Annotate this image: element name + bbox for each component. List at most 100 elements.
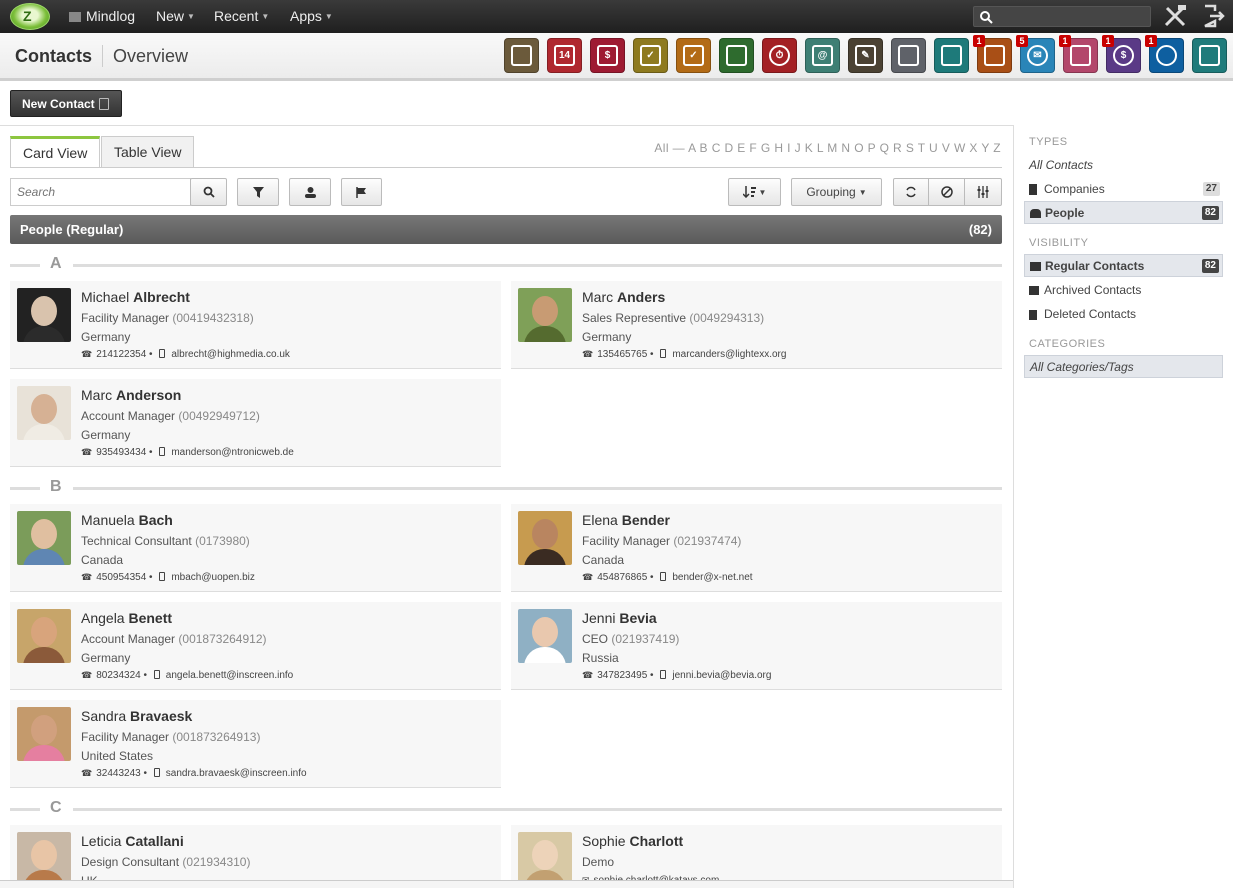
timetracking-app-icon[interactable]: ⏱ xyxy=(762,38,797,73)
contact-name[interactable]: Angela Benett xyxy=(81,610,172,626)
contact-search-input[interactable] xyxy=(10,178,191,206)
bookmarks-app-icon[interactable] xyxy=(719,38,754,73)
search-icon xyxy=(203,186,215,198)
app-logo[interactable]: Z xyxy=(10,3,50,30)
contact-role: Technical Consultant xyxy=(81,534,192,548)
menu-recent[interactable]: Recent ▼ xyxy=(214,0,269,33)
contact-phone[interactable]: 32443243 xyxy=(96,768,141,779)
tools-icon[interactable] xyxy=(1163,4,1189,28)
contacts-app-icon[interactable] xyxy=(504,38,539,73)
group-header[interactable]: People (Regular) (82) xyxy=(10,215,1002,244)
sidebar-item-all-categories[interactable]: All Categories/Tags xyxy=(1024,355,1223,378)
global-search-input[interactable] xyxy=(973,6,1151,27)
owner-filter-button[interactable] xyxy=(289,178,331,206)
contact-id-number: (001873264913) xyxy=(172,730,261,744)
contact-name[interactable]: Jenni Bevia xyxy=(582,610,657,626)
brand-link[interactable]: Mindlog xyxy=(69,0,135,33)
contact-card[interactable]: Marc Anderson Account Manager (0049294971… xyxy=(10,379,501,467)
contact-card[interactable]: Sandra Bravaesk Facility Manager (0018732… xyxy=(10,700,501,788)
contact-phone[interactable]: 214122354 xyxy=(96,349,146,360)
contact-phone[interactable]: 935493434 xyxy=(96,447,146,458)
sidebar-item-archived-contacts[interactable]: Archived Contacts xyxy=(1024,279,1223,302)
logistics-app-icon[interactable] xyxy=(891,38,926,73)
avatar xyxy=(17,832,71,886)
contact-email[interactable]: sandra.bravaesk@inscreen.info xyxy=(166,768,307,779)
sidebar-item-label: Archived Contacts xyxy=(1044,283,1142,297)
contact-phone[interactable]: 347823495 xyxy=(597,670,647,681)
avatar xyxy=(518,832,572,886)
contact-card[interactable]: Michael Albrecht Facility Manager (004194… xyxy=(10,281,501,369)
grouping-button[interactable]: Grouping ▼ xyxy=(791,178,882,206)
contact-name[interactable]: Sophie Charlott xyxy=(582,833,683,849)
contact-card[interactable]: Manuela Bach Technical Consultant (017398… xyxy=(10,504,501,592)
contact-email[interactable]: manderson@ntronicweb.de xyxy=(171,447,293,458)
contact-name[interactable]: Sandra Bravaesk xyxy=(81,708,192,724)
contact-card[interactable]: Leticia Catallani Design Consultant (0219… xyxy=(10,825,501,888)
horizontal-scrollbar[interactable] xyxy=(0,880,1013,888)
contact-role-line: Technical Consultant (0173980) xyxy=(81,534,250,548)
sidebar-item-regular-contacts[interactable]: Regular Contacts 82 xyxy=(1024,254,1223,277)
contact-email[interactable]: bender@x-net.net xyxy=(672,572,752,583)
contact-phone[interactable]: 135465765 xyxy=(597,349,647,360)
sidebar-item-companies[interactable]: Companies 27 xyxy=(1024,178,1223,201)
tasks-app-icon[interactable]: ✓ xyxy=(633,38,668,73)
broadcast-app-icon[interactable]: 1 xyxy=(973,35,1012,73)
menu-new[interactable]: New ▼ xyxy=(156,0,195,33)
columns-settings-button[interactable] xyxy=(964,178,1002,206)
contact-card[interactable]: Jenni Bevia CEO (021937419) Russia ☎ 3478234… xyxy=(511,602,1002,690)
contact-card[interactable]: Elena Bender Facility Manager (021937474)… xyxy=(511,504,1002,592)
sidebar-item-all-contacts[interactable]: All Contacts xyxy=(1024,154,1223,177)
contact-email[interactable]: marcanders@lightexx.org xyxy=(672,349,786,360)
contact-card[interactable]: Sophie CharlottDemo ✉sophie.charlott@kat… xyxy=(511,825,1002,888)
sales-app-icon[interactable]: $ xyxy=(590,38,625,73)
logout-icon[interactable] xyxy=(1201,4,1225,28)
lab-app-icon[interactable] xyxy=(1192,38,1227,73)
deals-app-icon[interactable]: 1 xyxy=(1059,35,1098,73)
alphabet-filter[interactable]: All — A B C D E F G H I J K L M N O P Q … xyxy=(654,141,1001,155)
contact-email[interactable]: mbach@uopen.biz xyxy=(171,572,255,583)
avatar xyxy=(17,386,71,440)
contact-name[interactable]: Marc Anders xyxy=(582,289,665,305)
people-count-badge: 82 xyxy=(1201,206,1219,220)
flag-filter-button[interactable] xyxy=(341,178,382,206)
menu-apps[interactable]: Apps ▼ xyxy=(290,0,333,33)
contact-email[interactable]: angela.benett@inscreen.info xyxy=(166,670,293,681)
contact-card[interactable]: Marc Anders Sales Representive (004929431… xyxy=(511,281,1002,369)
contact-role-line: CEO (021937419) xyxy=(582,632,679,646)
avatar xyxy=(518,609,572,663)
mail-app-icon[interactable]: ✉ 5 xyxy=(1016,35,1055,73)
sidebar-item-people[interactable]: People 82 xyxy=(1024,201,1223,224)
contact-phone[interactable]: 80234324 xyxy=(96,670,141,681)
tab-table-view[interactable]: Table View xyxy=(101,136,195,168)
tab-card-view[interactable]: Card View xyxy=(10,136,101,168)
contact-name[interactable]: Michael Albrecht xyxy=(81,289,190,305)
addressbook-app-icon[interactable]: @ xyxy=(805,38,840,73)
block-button[interactable] xyxy=(928,178,965,206)
tab-underline xyxy=(10,167,1002,168)
contact-name[interactable]: Elena Bender xyxy=(582,512,670,528)
tile-glyph: ✓ xyxy=(683,45,704,66)
filter-button[interactable] xyxy=(237,178,279,206)
contact-email[interactable]: jenni.bevia@bevia.org xyxy=(672,670,771,681)
refresh-button[interactable] xyxy=(893,178,929,206)
contact-card[interactable]: Angela Benett Account Manager (0018732649… xyxy=(10,602,501,690)
contact-phone[interactable]: 450954354 xyxy=(96,572,146,583)
divider-line xyxy=(10,487,40,490)
sidebar-item-deleted-contacts[interactable]: Deleted Contacts xyxy=(1024,303,1223,326)
contact-email[interactable]: albrecht@highmedia.co.uk xyxy=(171,349,290,360)
finance-app-icon[interactable]: $1 xyxy=(1102,35,1141,73)
contact-name[interactable]: Leticia Catallani xyxy=(81,833,184,849)
contact-name[interactable]: Marc Anderson xyxy=(81,387,181,403)
calendar-app-icon[interactable]: 14 xyxy=(547,38,582,73)
sort-button[interactable]: ▼ xyxy=(728,178,781,206)
contact-id-number: (00419432318) xyxy=(172,311,254,325)
contact-phone[interactable]: 454876865 xyxy=(597,572,647,583)
notes-app-icon[interactable]: ✎ xyxy=(848,38,883,73)
support-app-icon[interactable]: 1 xyxy=(1145,35,1184,73)
new-contact-button[interactable]: New Contact xyxy=(10,90,122,117)
delivery-app-icon[interactable] xyxy=(934,38,969,73)
contact-name[interactable]: Manuela Bach xyxy=(81,512,173,528)
tile-glyph: $ xyxy=(1113,45,1134,66)
documents-app-icon[interactable]: ✓ xyxy=(676,38,711,73)
search-button[interactable] xyxy=(190,178,227,206)
